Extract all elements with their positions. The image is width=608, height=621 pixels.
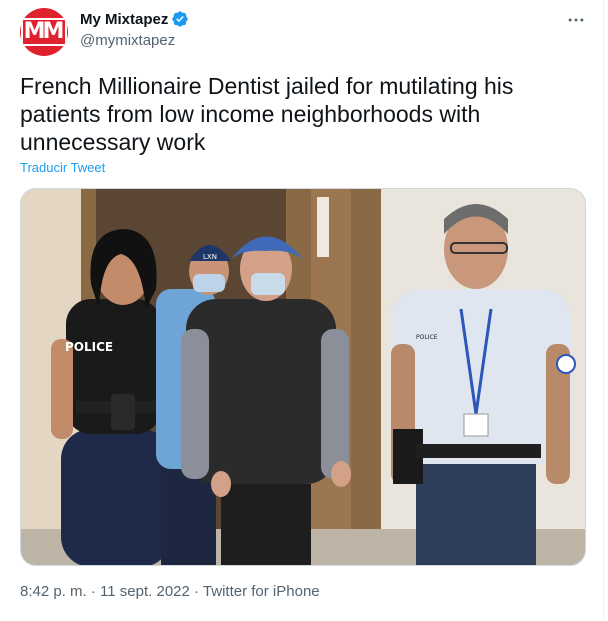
tweet-source[interactable]: Twitter for iPhone [203,583,320,600]
tweet-date[interactable]: 11 sept. 2022 [100,583,190,600]
cap-text: LXN [203,253,217,261]
photo-illustration: POLICE POLICE LXN [21,189,585,565]
avatar-logo-text: MM [20,18,68,46]
translate-tweet-link[interactable]: Traducir Tweet [20,160,105,175]
tweet-card: MM My Mixtapez @mymixtapez French Millio… [0,0,604,621]
officer-badge-text: POLICE [416,334,438,341]
verified-badge-icon [172,11,189,27]
meta-separator: · [90,583,96,600]
meta-separator: · [194,583,200,600]
more-horizontal-icon[interactable] [562,8,590,32]
tweet-time[interactable]: 8:42 p. m. [20,583,87,600]
tweet-text: French Millionaire Dentist jailed for mu… [20,73,514,155]
tweet-photo[interactable]: POLICE POLICE LXN [20,188,586,566]
author-name-row[interactable]: My Mixtapez [80,10,189,28]
display-name[interactable]: My Mixtapez [80,11,168,28]
author-handle[interactable]: @mymixtapez [80,32,175,49]
avatar[interactable]: MM [20,8,68,56]
tweet-meta: 8:42 p. m. · 11 sept. 2022 · Twitter for… [20,583,320,600]
police-shirt-text: POLICE [65,340,113,354]
